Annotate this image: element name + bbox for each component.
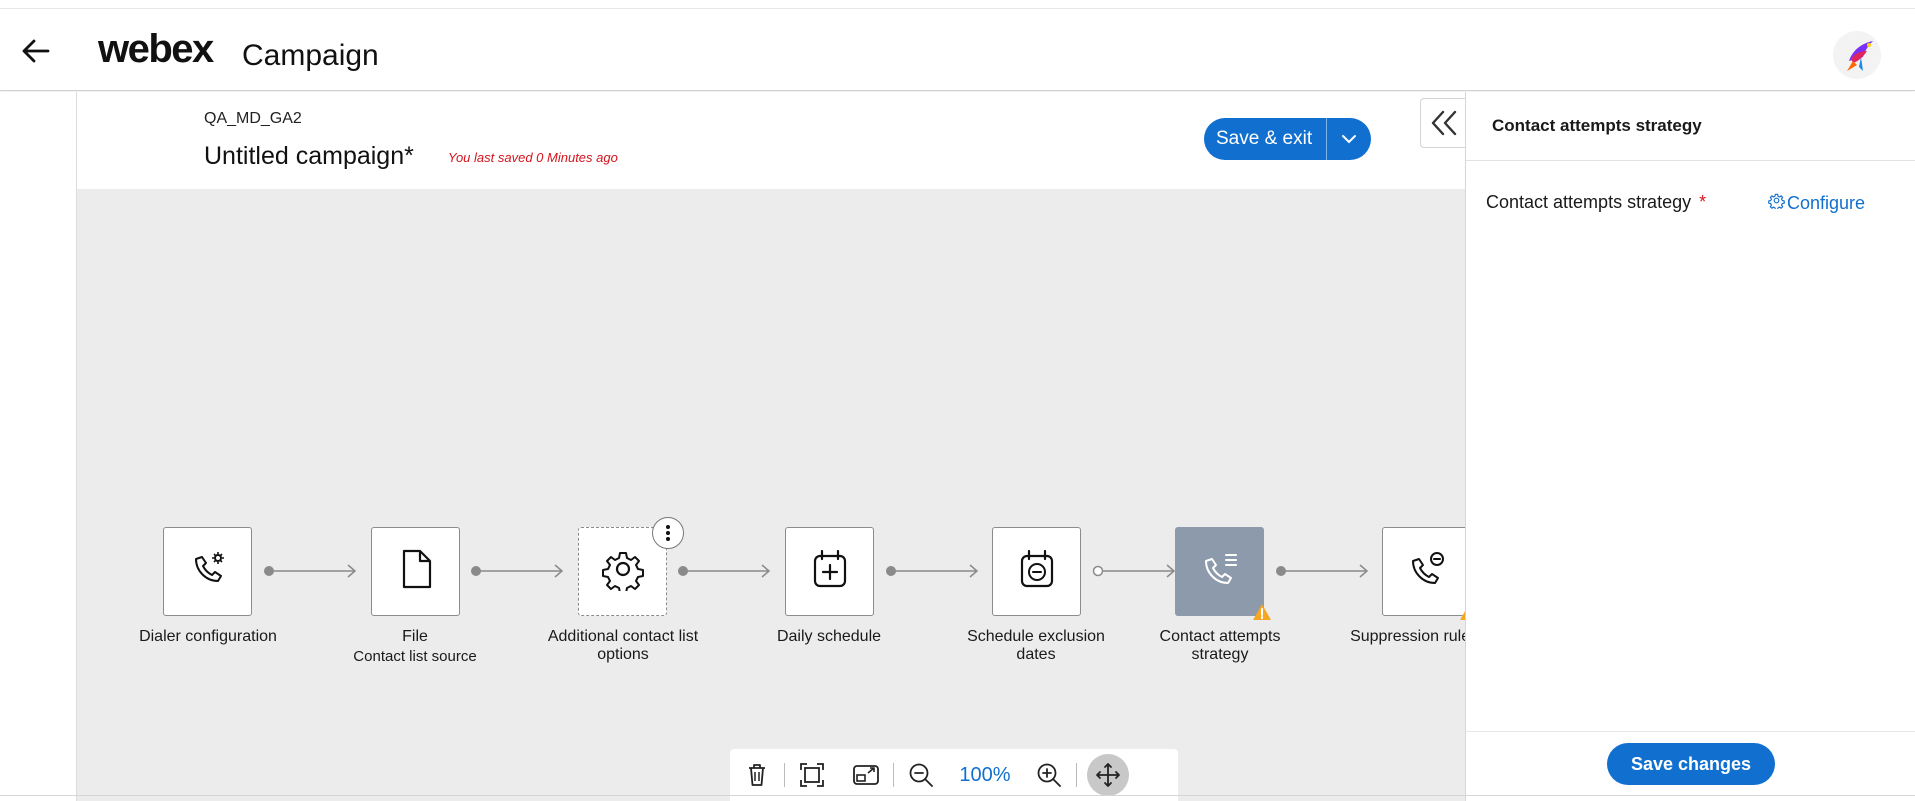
node-label: Suppression rule sets [1350,628,1465,645]
zoom-out-icon[interactable] [894,749,948,801]
calendar-minus-icon [1015,547,1059,596]
gear-icon [1768,192,1785,214]
node-schedule-exclusion-dates[interactable] [992,527,1081,616]
collapse-panel-icon[interactable] [1420,98,1466,148]
zoom-level: 100% [959,763,1011,786]
bottom-border [0,795,1915,796]
zoom-in-icon[interactable] [1022,749,1076,801]
node-title: File [402,628,428,645]
phone-list-icon [1198,547,1242,596]
minimap-icon[interactable] [839,749,893,801]
left-nav-strip [0,92,77,801]
node-contact-attempts-strategy[interactable] [1175,527,1264,616]
trash-icon[interactable] [730,749,784,801]
top-bar: webex Campaign [0,8,1915,91]
file-icon [396,547,436,596]
field-label-text: Contact attempts strategy [1486,192,1692,212]
panel-divider [1466,160,1915,161]
node-label: Daily schedule [776,628,882,645]
node-file[interactable] [371,527,460,616]
flow-canvas[interactable]: Dialer configuration File Contact list s… [77,189,1465,801]
node-suppression-rule-sets[interactable] [1382,527,1465,616]
node-dialer-configuration[interactable] [163,527,252,616]
canvas-toolbar: 100% [730,749,1178,801]
save-exit-button-group: Save & exit [1204,118,1372,160]
node-daily-schedule[interactable] [785,527,874,616]
required-marker: * [1699,192,1707,212]
connector-arrow [263,564,359,578]
fit-screen-icon[interactable] [785,749,839,801]
toolbar-divider [1076,763,1077,787]
last-saved-note: You last saved 0 Minutes ago [448,150,618,165]
node-label: Dialer configuration [139,628,277,645]
panel-title: Contact attempts strategy [1492,116,1702,135]
warning-icon [1252,603,1272,621]
webex-logo: webex [98,27,214,71]
node-label: Additional contact list options [547,628,699,663]
calendar-add-icon [808,547,852,596]
node-subtitle: Contact list source [353,648,477,665]
campaign-id: QA_MD_GA2 [204,110,302,127]
save-exit-button[interactable]: Save & exit [1204,118,1328,160]
node-label: Schedule exclusion dates [967,628,1105,663]
pan-icon[interactable] [1087,754,1129,796]
connector-arrow [1092,564,1178,578]
user-avatar[interactable] [1833,31,1881,79]
connector-arrow [885,564,981,578]
configure-link[interactable]: Configure [1768,192,1865,214]
node-label: File Contact list source [335,628,495,666]
app-title: Campaign [242,39,379,72]
panel-footer-divider [1466,731,1915,732]
phone-settings-icon [186,547,230,596]
field-label: Contact attempts strategy * [1486,192,1706,213]
connector-arrow [677,564,773,578]
phone-minus-icon [1405,547,1449,596]
more-options-icon[interactable] [652,517,684,549]
gear-icon [601,547,645,596]
node-label: Contact attempts strategy [1159,628,1281,663]
campaign-name[interactable]: Untitled campaign* [204,142,414,171]
back-arrow-icon[interactable] [16,31,56,71]
chevron-down-icon[interactable] [1327,118,1371,160]
connector-arrow [470,564,566,578]
properties-panel: Contact attempts strategy Contact attemp… [1465,92,1915,801]
save-changes-button[interactable]: Save changes [1607,743,1775,785]
connector-arrow [1275,564,1371,578]
configure-label: Configure [1787,192,1866,213]
